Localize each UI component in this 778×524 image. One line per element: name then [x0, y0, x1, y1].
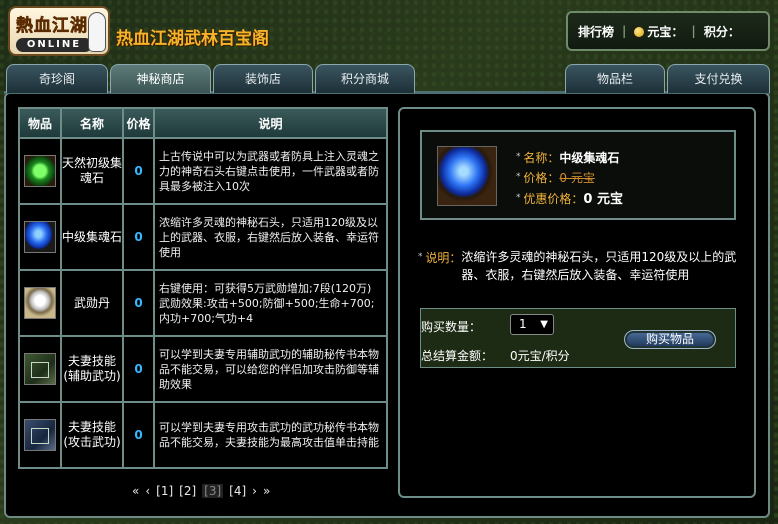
item-icon-cell[interactable] — [18, 335, 62, 403]
yuanbao-balance: 元宝： — [634, 23, 683, 40]
product-table: 物品 名称 价格 说明 天然初级集魂石 0 上古传说中可以为武器或者防具上注入灵… — [18, 107, 388, 469]
quantity-select[interactable]: 1 ▼ — [510, 314, 554, 335]
pagination: « ‹ [1] [2] [3] [4] › » — [132, 484, 270, 498]
detail-name-value: 中级集魂石 — [559, 151, 620, 165]
item-price: 0 — [122, 269, 155, 337]
detail-description: 说明： 浓缩许多灵魂的神秘石头，只适用120级及以上的武器、衣服，右键然后放入装… — [418, 248, 740, 284]
prev-page-link[interactable]: ‹ — [145, 484, 150, 498]
quantity-value: 1 — [519, 317, 527, 331]
item-description: 可以学到夫妻专用辅助武功的辅助秘传书本物品不能交易，可以给您的伴侣加攻击防御等辅… — [153, 335, 388, 403]
page-link-4[interactable]: [4] — [229, 484, 246, 498]
item-description: 右键使用：可获得5万武勋增加;7段(120万)武勋效果:攻击+500;防御+50… — [153, 269, 388, 337]
tab-qizhenge[interactable]: 奇珍阁 — [6, 64, 108, 93]
col-item: 物品 — [18, 107, 62, 139]
item-icon-cell[interactable] — [18, 269, 62, 337]
tab-payment-exchange[interactable]: 支付兑换 — [667, 64, 770, 93]
site-title: 热血江湖武林百宝阁 — [116, 29, 269, 49]
detail-price-label: 价格： — [516, 171, 559, 185]
item-price: 0 — [122, 401, 155, 469]
detail-desc-label: 说明： — [418, 248, 461, 284]
item-price: 0 — [122, 335, 155, 403]
points-label: 积分： — [703, 24, 740, 39]
first-page-link[interactable]: « — [132, 484, 139, 498]
item-name[interactable]: 夫妻技能(辅助武功) — [60, 335, 124, 403]
item-icon-cell[interactable] — [18, 137, 62, 205]
separator: | — [691, 24, 696, 38]
detail-discount-line: 优惠价格：0 元宝 — [516, 188, 623, 207]
item-name[interactable]: 夫妻技能(攻击武功) — [60, 401, 124, 469]
next-page-link[interactable]: › — [252, 484, 257, 498]
item-name[interactable]: 武勋丹 — [60, 269, 124, 337]
item-price: 0 — [122, 203, 155, 271]
detail-price-line: 价格：0 元宝 — [516, 169, 595, 186]
rabbit-mascot-icon — [88, 12, 106, 52]
col-description: 说明 — [153, 107, 388, 139]
col-price: 价格 — [122, 107, 155, 139]
detail-desc-value: 浓缩许多灵魂的神秘石头，只适用120级及以上的武器、衣服，右键然后放入装备、幸运… — [461, 250, 737, 282]
logo-text: 熱血江湖 — [16, 16, 88, 37]
table-row[interactable]: 武勋丹 0 右键使用：可获得5万武勋增加;7段(120万)武勋效果:攻击+500… — [18, 269, 388, 337]
table-row[interactable]: 夫妻技能(攻击武功) 0 可以学到夫妻专用攻击武功的武功秘传书本物品不能交易，夫… — [18, 401, 388, 469]
page-link-3-current: [3] — [202, 484, 224, 498]
item-description: 上古传说中可以为武器或者防具上注入灵魂之力的神奇石头右键点击使用，一件武器或者防… — [153, 137, 388, 205]
skill-book-attack-icon[interactable] — [24, 419, 56, 451]
total-value: 0元宝/积分 — [510, 349, 570, 363]
green-soul-stone-icon[interactable] — [24, 155, 56, 187]
item-description: 可以学到夫妻专用攻击武功的武功秘传书本物品不能交易，夫妻技能为最高攻击值单击持能 — [153, 401, 388, 469]
buy-item-button[interactable]: 购买物品 — [624, 330, 716, 349]
skill-book-support-icon[interactable] — [24, 353, 56, 385]
top-status-bar: 排行榜 | 元宝： | 积分： — [566, 11, 770, 51]
gold-coin-icon — [634, 26, 645, 37]
pill-icon[interactable] — [24, 287, 56, 319]
item-price: 0 — [122, 137, 155, 205]
detail-discount-value: 0 元宝 — [583, 192, 623, 207]
tab-decoration-shop[interactable]: 装饰店 — [213, 64, 313, 93]
selected-item-blue-stone-icon — [437, 146, 497, 206]
tab-points-mall[interactable]: 积分商城 — [315, 64, 415, 93]
table-row[interactable]: 中级集魂石 0 浓缩许多灵魂的神秘石头，只适用120级及以上的武器、衣服，右键然… — [18, 203, 388, 271]
page-link-1[interactable]: [1] — [156, 484, 173, 498]
detail-price-value: 0 元宝 — [559, 171, 595, 185]
ranking-link[interactable]: 排行榜 — [578, 23, 614, 40]
tab-inventory[interactable]: 物品栏 — [565, 64, 665, 93]
table-row[interactable]: 夫妻技能(辅助武功) 0 可以学到夫妻专用辅助武功的辅助秘传书本物品不能交易，可… — [18, 335, 388, 403]
detail-name-label: 名称： — [516, 151, 559, 165]
logo-online-text: ONLINE — [16, 38, 92, 52]
item-name[interactable]: 中级集魂石 — [60, 203, 124, 271]
col-name: 名称 — [60, 107, 124, 139]
game-logo[interactable]: 熱血江湖 ONLINE — [8, 6, 110, 56]
item-description: 浓缩许多灵魂的神秘石头，只适用120级及以上的武器、衣服，右键然后放入装备、幸运… — [153, 203, 388, 271]
detail-discount-label: 优惠价格： — [516, 192, 583, 206]
table-row[interactable]: 天然初级集魂石 0 上古传说中可以为武器或者防具上注入灵魂之力的神奇石头右键点击… — [18, 137, 388, 205]
qty-label: 购买数量： — [421, 320, 482, 334]
item-icon-cell[interactable] — [18, 401, 62, 469]
blue-soul-stone-icon[interactable] — [24, 221, 56, 253]
yuanbao-label: 元宝： — [647, 24, 684, 39]
detail-name-line: 名称：中级集魂石 — [516, 149, 619, 166]
page-link-2[interactable]: [2] — [179, 484, 196, 498]
item-name[interactable]: 天然初级集魂石 — [60, 137, 124, 205]
tab-mystery-shop[interactable]: 神秘商店 — [110, 64, 211, 93]
chevron-down-icon: ▼ — [540, 319, 548, 330]
item-icon-cell[interactable] — [18, 203, 62, 271]
total-label: 总结算金额： — [421, 349, 494, 363]
table-header-row: 物品 名称 价格 说明 — [18, 107, 388, 139]
last-page-link[interactable]: » — [263, 484, 270, 498]
separator: | — [622, 24, 627, 38]
